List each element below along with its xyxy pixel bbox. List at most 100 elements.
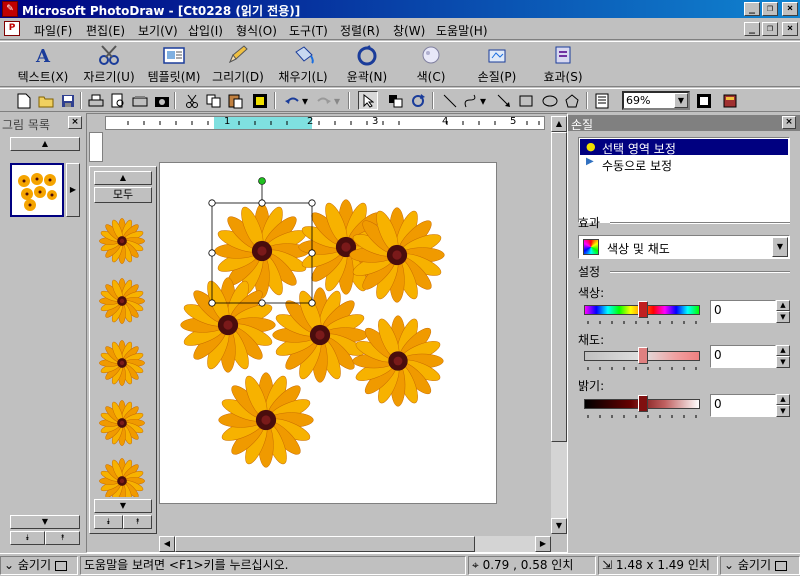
chevron-down-icon[interactable]: ▼ <box>772 237 788 257</box>
redo-dropdown-icon[interactable]: ▾ <box>332 91 342 110</box>
scroll-left-arrow[interactable]: ◀ <box>159 536 175 552</box>
gallery-flower-1[interactable] <box>98 217 146 268</box>
doc-close-button[interactable]: × <box>782 22 798 36</box>
new-icon[interactable] <box>14 91 34 110</box>
brightness-spin-up[interactable]: ▲ <box>776 394 790 405</box>
print-icon[interactable] <box>86 91 106 110</box>
curve-icon[interactable] <box>460 91 480 110</box>
arrow-line-icon[interactable] <box>494 91 514 110</box>
text-tool-button[interactable]: A 텍스트(X) <box>14 44 72 86</box>
hide-left-panel-button[interactable]: ⌄ 숨기기 <box>0 556 78 575</box>
flower-shape[interactable] <box>352 315 444 407</box>
properties-icon[interactable] <box>592 91 612 110</box>
crop-tool-button[interactable]: 자르기(U) <box>80 44 138 86</box>
gallery-flower-4[interactable] <box>98 399 146 450</box>
saturation-spin-up[interactable]: ▲ <box>776 345 790 356</box>
paste-special-icon[interactable] <box>250 91 270 110</box>
copy-icon[interactable] <box>204 91 224 110</box>
scroll-down-arrow[interactable]: ▼ <box>551 518 567 534</box>
gallery-scroll-bottom-button[interactable]: ⯯ <box>94 515 123 529</box>
brightness-value-input[interactable]: 0 <box>710 394 776 417</box>
document-icon[interactable]: P <box>4 21 20 36</box>
menu-format[interactable]: 형식(O) <box>236 22 277 39</box>
zoom-select[interactable]: 69% ▼ <box>622 91 690 110</box>
print-preview-icon[interactable] <box>108 91 128 110</box>
scroll-down-button[interactable]: ▼ <box>10 515 80 529</box>
flower-shape[interactable] <box>180 277 276 373</box>
menu-edit[interactable]: 편집(E) <box>86 22 125 39</box>
close-icon[interactable]: × <box>782 116 796 129</box>
chevron-down-icon[interactable]: ▼ <box>674 93 688 108</box>
menu-help[interactable]: 도움말(H) <box>436 22 488 39</box>
horizontal-scrollbar[interactable]: ◀ ▶ <box>159 536 551 552</box>
save-icon[interactable] <box>58 91 78 110</box>
scroll-up-arrow[interactable]: ▲ <box>551 116 567 132</box>
saturation-slider-thumb[interactable] <box>638 347 648 364</box>
fill-tool-button[interactable]: 채우기(L) <box>274 44 332 86</box>
flower-shape[interactable] <box>349 207 445 303</box>
menu-window[interactable]: 창(W) <box>393 22 425 39</box>
effects-tool-button[interactable]: 효과(S) <box>536 44 590 86</box>
vertical-scrollbar[interactable]: ▲ ▼ <box>551 116 567 534</box>
line-icon[interactable] <box>440 91 460 110</box>
rotate-handle[interactable] <box>258 177 266 185</box>
gallery-flower-2[interactable] <box>98 277 146 328</box>
gallery-flower-5[interactable] <box>98 457 146 504</box>
hue-spin-down[interactable]: ▼ <box>776 311 790 323</box>
scroll-thumb[interactable] <box>551 132 567 442</box>
hscroll-thumb[interactable] <box>175 536 475 552</box>
rectangle-icon[interactable] <box>516 91 536 110</box>
brightness-slider-thumb[interactable] <box>638 395 648 412</box>
color-tool-button[interactable]: 색(C) <box>408 44 454 86</box>
close-button[interactable]: × <box>782 2 798 16</box>
select-arrow-icon[interactable] <box>358 91 378 110</box>
menu-arrange[interactable]: 정렬(R) <box>340 22 380 39</box>
scroll-right-arrow[interactable]: ▶ <box>535 536 551 552</box>
gallery-scroll-top-button[interactable]: ⯭ <box>123 515 152 529</box>
autoshape-icon[interactable] <box>562 91 582 110</box>
paste-icon[interactable] <box>226 91 246 110</box>
hue-value-input[interactable]: 0 <box>710 300 776 323</box>
flower-shape[interactable] <box>218 372 314 468</box>
hue-slider-thumb[interactable] <box>638 301 648 318</box>
help-book-icon[interactable] <box>720 91 740 110</box>
menu-file[interactable]: 파일(F) <box>34 22 72 39</box>
gallery-flower-3[interactable] <box>98 339 146 390</box>
photodraw-app-icon[interactable]: ✎ <box>2 1 18 17</box>
ellipse-icon[interactable] <box>540 91 560 110</box>
doc-restore-button[interactable]: ❐ <box>762 22 778 36</box>
saturation-spin-down[interactable]: ▼ <box>776 356 790 368</box>
effect-select[interactable]: 색상 및 채도 ▼ <box>578 235 790 259</box>
picture-canvas[interactable] <box>159 162 497 504</box>
fit-to-window-icon[interactable] <box>694 91 714 110</box>
option-manual-fix[interactable]: ▶ 수동으로 보정 <box>580 156 788 173</box>
scroll-up-button[interactable]: ▲ <box>10 137 80 151</box>
curve-dropdown-icon[interactable]: ▾ <box>478 91 488 110</box>
scroll-top-button[interactable]: ⯭ <box>45 531 80 545</box>
flower-shape[interactable] <box>272 287 368 383</box>
option-selection-fix[interactable]: ● 선택 영역 보정 <box>580 139 788 156</box>
arrange-icon[interactable] <box>386 91 406 110</box>
undo-dropdown-icon[interactable]: ▾ <box>300 91 310 110</box>
touchup-tool-button[interactable]: 손질(P) <box>470 44 524 86</box>
scan-icon[interactable] <box>130 91 150 110</box>
undo-icon[interactable] <box>282 91 302 110</box>
gallery-scroll-down-button[interactable]: ▼ <box>94 499 152 513</box>
cut-icon[interactable] <box>182 91 202 110</box>
menu-view[interactable]: 보기(V) <box>138 22 178 39</box>
draw-tool-button[interactable]: 그리기(D) <box>208 44 268 86</box>
restore-button[interactable]: ❐ <box>762 2 778 16</box>
brightness-spin-down[interactable]: ▼ <box>776 405 790 417</box>
doc-minimize-button[interactable]: _ <box>744 22 760 36</box>
rotate-icon[interactable] <box>408 91 428 110</box>
expand-gallery-button[interactable]: ▶ <box>66 163 80 217</box>
camera-icon[interactable] <box>152 91 172 110</box>
menu-tools[interactable]: 도구(T) <box>289 22 328 39</box>
gallery-scroll-up-button[interactable]: ▲ <box>94 171 152 185</box>
menu-insert[interactable]: 삽입(I) <box>188 22 223 39</box>
outline-tool-button[interactable]: 윤곽(N) <box>340 44 394 86</box>
close-icon[interactable]: × <box>68 116 82 129</box>
picture-thumbnail[interactable] <box>10 163 64 217</box>
scroll-bottom-button[interactable]: ⯯ <box>10 531 45 545</box>
template-tool-button[interactable]: 템플릿(M) <box>142 44 206 86</box>
